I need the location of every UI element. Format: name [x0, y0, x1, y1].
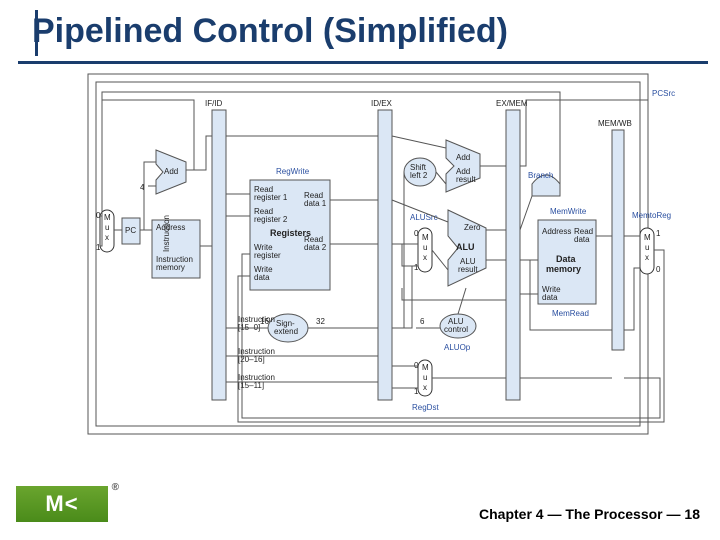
add2: Add	[456, 153, 470, 162]
alusrc: ALUSrc	[410, 213, 438, 222]
regwrite: RegWrite	[276, 167, 310, 176]
svg-text:result: result	[456, 175, 476, 184]
svg-text:1: 1	[414, 263, 419, 272]
memread: MemRead	[552, 309, 589, 318]
svg-text:u: u	[423, 373, 427, 382]
svg-text:left 2: left 2	[410, 171, 428, 180]
svg-text:u: u	[423, 243, 427, 252]
six: 6	[420, 317, 425, 326]
svg-text:x: x	[423, 253, 427, 262]
regdst: RegDst	[412, 403, 439, 412]
svg-text:x: x	[105, 233, 109, 242]
slide-footer: Chapter 4 — The Processor — 18	[479, 506, 700, 522]
svg-text:extend: extend	[274, 327, 298, 336]
reg-memwb: MEM/WB	[598, 119, 632, 128]
svg-text:M: M	[644, 233, 651, 242]
svg-text:data 1: data 1	[304, 199, 327, 208]
w32: 32	[316, 317, 325, 326]
footer-text: Chapter 4 — The Processor —	[479, 506, 681, 522]
add1: Add	[164, 167, 178, 176]
svg-text:result: result	[458, 265, 478, 274]
reg-idex: ID/EX	[371, 99, 393, 108]
pipeline-diagram: IF/ID ID/EX EX/MEM MEM/WB Mux 01 PC Addr…	[60, 70, 678, 450]
dmem: Data	[556, 254, 577, 264]
w16: 16	[260, 317, 269, 326]
svg-text:memory: memory	[156, 263, 185, 272]
memwrite: MemWrite	[550, 207, 587, 216]
svg-text:control: control	[444, 325, 468, 334]
title-bar: Pipelined Control (Simplified)	[18, 8, 708, 64]
zero: Zero	[464, 223, 481, 232]
svg-text:M: M	[422, 363, 429, 372]
svg-text:x: x	[645, 253, 649, 262]
branch: Branch	[528, 171, 553, 180]
pc-label: PC	[125, 226, 136, 235]
svg-text:0: 0	[414, 229, 419, 238]
svg-text:0: 0	[656, 265, 661, 274]
svg-text:u: u	[645, 243, 649, 252]
svg-text:data: data	[254, 273, 270, 282]
svg-text:data: data	[574, 235, 590, 244]
svg-text:M: M	[104, 213, 111, 222]
reg-ifid: IF/ID	[205, 99, 223, 108]
daddr: Address	[542, 227, 571, 236]
page-number: 18	[684, 506, 700, 522]
svg-text:x: x	[423, 383, 427, 392]
alu: ALU	[456, 242, 475, 252]
svg-text:register 2: register 2	[254, 215, 288, 224]
publisher-logo: M<	[16, 486, 108, 522]
svg-text:M: M	[422, 233, 429, 242]
pcsrc: PCSrc	[652, 89, 675, 98]
svg-text:data: data	[542, 293, 558, 302]
svg-text:1: 1	[656, 229, 661, 238]
imem-instr: Instruction	[162, 215, 171, 252]
svg-text:u: u	[105, 223, 109, 232]
svg-text:register 1: register 1	[254, 193, 288, 202]
svg-text:memory: memory	[546, 264, 581, 274]
svg-text:data 2: data 2	[304, 243, 327, 252]
page-title: Pipelined Control (Simplified)	[18, 8, 708, 61]
svg-text:1: 1	[96, 243, 101, 252]
reg-exmem: EX/MEM	[496, 99, 528, 108]
aluop: ALUOp	[444, 343, 471, 352]
svg-text:register: register	[254, 251, 281, 260]
memtoreg: MemtoReg	[632, 211, 671, 220]
